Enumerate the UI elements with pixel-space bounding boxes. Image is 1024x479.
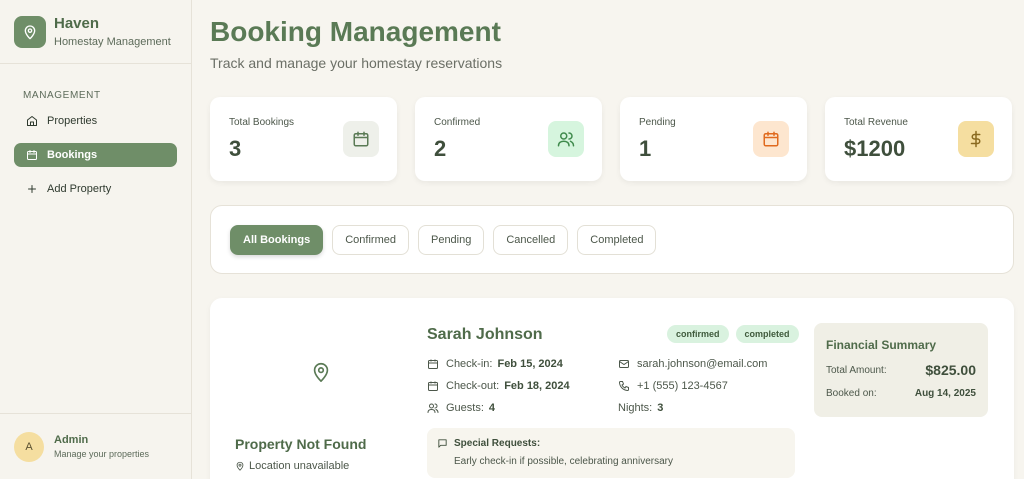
property-location: Location unavailable (235, 460, 349, 472)
sidebar-item-bookings[interactable]: Bookings (14, 143, 177, 167)
calendar-icon (428, 359, 438, 369)
filter-confirmed[interactable]: Confirmed (332, 224, 409, 255)
mail-icon (619, 360, 629, 368)
total-amount: $825.00 (925, 362, 976, 378)
total-amount-label: Total Amount: (826, 364, 887, 376)
nights-count: 3 (657, 402, 664, 414)
guests-label: Guests: (446, 402, 484, 414)
page-subtitle: Track and manage your homestay reservati… (210, 55, 503, 71)
calendar-icon (343, 121, 379, 157)
brand[interactable]: Haven Homestay Management (0, 0, 191, 64)
total-amount-row: Total Amount: $825.00 (826, 362, 976, 378)
calendar-icon (27, 150, 37, 160)
special-requests-label: Special Requests: (454, 438, 541, 449)
sidebar-item-label: Bookings (47, 149, 98, 161)
checkout-label: Check-out: (446, 380, 500, 392)
property-info: Property Not Found Location unavailable (210, 298, 410, 479)
nights-info: Nights: 3 (618, 402, 663, 414)
user-profile[interactable]: A Admin Manage your properties (0, 413, 191, 479)
guest-name: Sarah Johnson (427, 326, 543, 343)
financial-summary-title: Financial Summary (826, 338, 937, 352)
phone-icon (618, 381, 629, 392)
booked-on-row: Booked on: Aug 14, 2025 (826, 388, 976, 399)
status-badges: confirmed completed (667, 325, 799, 343)
guests-count: 4 (488, 402, 496, 414)
filter-all-bookings[interactable]: All Bookings (230, 224, 324, 255)
sidebar-item-properties[interactable]: Properties (14, 109, 177, 133)
checkout-date: Feb 18, 2024 (504, 380, 570, 392)
stat-card-total-bookings: Total Bookings 3 (210, 97, 397, 181)
special-requests-text: Early check-in if possible, celebrating … (454, 456, 673, 467)
main-content: Booking Management Track and manage your… (210, 0, 1014, 479)
stat-card-total-revenue: Total Revenue $1200 (825, 97, 1012, 181)
booked-on-label: Booked on: (826, 388, 877, 399)
booked-on-date: Aug 14, 2025 (914, 388, 976, 399)
message-icon (438, 439, 447, 448)
calendar-icon (753, 121, 789, 157)
filter-cancelled[interactable]: Cancelled (493, 224, 569, 255)
special-requests-title: Special Requests: (437, 438, 795, 449)
nav-heading: MANAGEMENT (23, 90, 101, 101)
brand-subtitle: Homestay Management (54, 35, 171, 48)
guest-phone: +1 (555) 123-4567 (637, 380, 728, 392)
nav-section: MANAGEMENT Properties Bookings Add Prope… (0, 64, 191, 201)
checkin-label: Check-in: (446, 358, 493, 370)
brand-title: Haven (54, 14, 100, 32)
booking-card[interactable]: Property Not Found Location unavailable … (210, 298, 1014, 479)
user-subtitle: Manage your properties (54, 449, 150, 459)
sidebar-item-label: Add Property (47, 183, 112, 195)
checkin-info: Check-in: Feb 15, 2024 (427, 358, 563, 370)
plus-icon (28, 185, 36, 193)
calendar-icon (428, 381, 438, 391)
sidebar: Haven Homestay Management MANAGEMENT Pro… (0, 0, 192, 479)
stat-card-confirmed: Confirmed 2 (415, 97, 602, 181)
home-icon (27, 116, 37, 126)
guest-email: sarah.johnson@email.com (637, 358, 768, 370)
email-info: sarah.johnson@email.com (618, 358, 767, 370)
filter-bar: All Bookings Confirmed Pending Cancelled… (210, 205, 1014, 274)
status-badge: confirmed (667, 325, 729, 343)
stats-row: Total Bookings 3 Confirmed 2 Pending 1 T… (210, 97, 1012, 181)
status-badge: completed (735, 325, 799, 343)
filter-completed[interactable]: Completed (577, 224, 657, 255)
guests-info: Guests: 4 (427, 402, 495, 414)
nights-label: Nights: (618, 402, 653, 414)
dollar-icon (958, 121, 994, 157)
page-title: Booking Management (210, 16, 501, 47)
stat-card-pending: Pending 1 (620, 97, 807, 181)
financial-summary: Financial Summary Total Amount: $825.00 … (814, 323, 988, 417)
special-requests: Special Requests: Early check-in if poss… (427, 428, 795, 478)
checkout-info: Check-out: Feb 18, 2024 (427, 380, 570, 392)
avatar: A (14, 431, 44, 462)
phone-info: +1 (555) 123-4567 (618, 380, 728, 392)
map-pin-icon (14, 15, 46, 48)
user-name: Admin (54, 434, 89, 446)
users-icon (548, 121, 584, 157)
map-pin-icon (236, 461, 244, 471)
sidebar-item-label: Properties (47, 115, 98, 127)
checkin-date: Feb 15, 2024 (497, 358, 563, 370)
sidebar-item-add-property[interactable]: Add Property (14, 177, 177, 201)
filter-pending[interactable]: Pending (417, 224, 485, 255)
users-icon (427, 403, 439, 413)
property-name: Property Not Found (235, 436, 367, 452)
property-location-text: Location unavailable (249, 460, 350, 472)
map-pin-icon (310, 360, 332, 389)
